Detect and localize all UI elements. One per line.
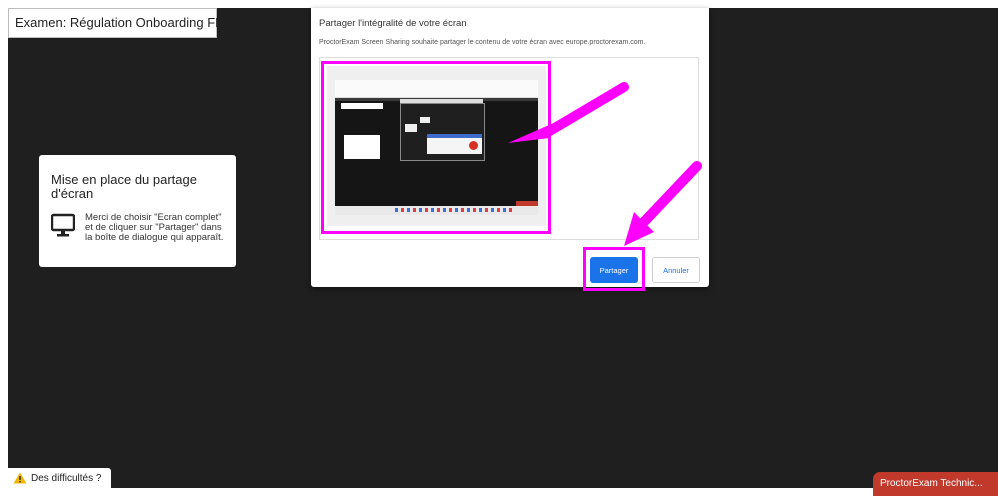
help-button[interactable]: Des difficultés ? <box>8 468 111 488</box>
setup-heading: Mise en place du partage d'écran <box>51 172 197 201</box>
help-label: Des difficultés ? <box>31 472 102 484</box>
setup-instruction: Merci de choisir "Ecran complet" et de c… <box>85 212 224 243</box>
exam-title: Examen: Régulation Onboarding FR <box>8 8 225 38</box>
share-button[interactable]: Partager <box>590 257 638 283</box>
tech-support-tab[interactable]: ProctorExam Technic... <box>873 472 998 496</box>
monitor-icon <box>51 213 75 237</box>
cancel-button[interactable]: Annuler <box>652 257 700 283</box>
dialog-title: Partager l'intégralité de votre écran <box>319 18 467 29</box>
warning-icon <box>13 472 27 484</box>
dialog-subtitle: ProctorExam Screen Sharing souhaite part… <box>319 39 646 46</box>
arrow-to-thumbnail-icon <box>508 82 629 143</box>
arrow-to-share-button-icon <box>624 161 702 246</box>
exam-stage: Examen: Régulation Onboarding FR Mise en… <box>8 8 998 496</box>
screen-share-setup-card: Mise en place du partage d'écran Merci d… <box>39 155 236 267</box>
